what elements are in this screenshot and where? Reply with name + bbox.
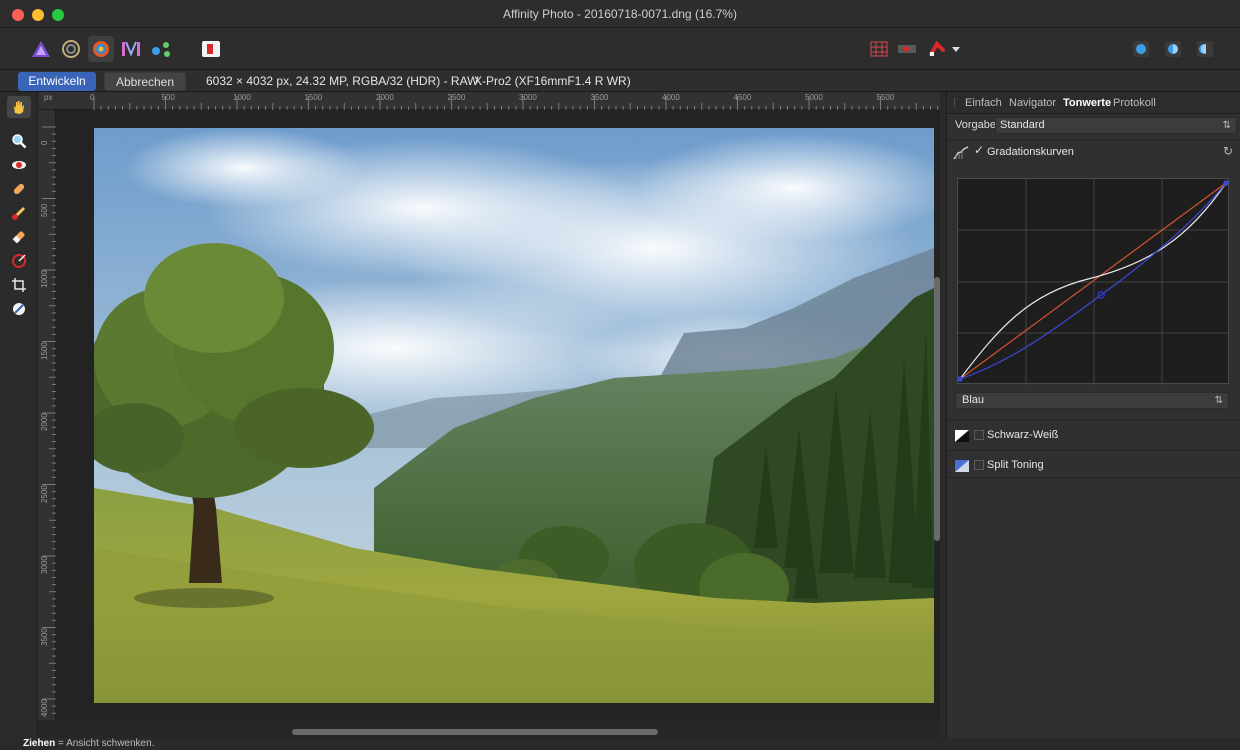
red-channel-curve xyxy=(959,182,1227,380)
preset-select[interactable]: Standard ⇅ xyxy=(995,117,1237,134)
landscape-photo xyxy=(94,128,934,703)
camera-info: X-Pro2 (XF16mmF1.4 R WR) xyxy=(474,74,631,88)
ruler-tick-label: 5000 xyxy=(805,93,823,102)
ruler-tick-label: 2500 xyxy=(447,93,466,102)
reset-icon[interactable]: ↻ xyxy=(1223,144,1233,158)
split-toning-title: Split Toning xyxy=(987,459,1044,471)
red-eye-tool-icon[interactable] xyxy=(7,154,31,176)
ruler-tick-label: 0 xyxy=(90,93,95,102)
split-toning-checkbox[interactable] xyxy=(974,460,984,470)
ruler-tick-label: 1500 xyxy=(40,341,49,360)
black-white-icon xyxy=(955,429,969,447)
ruler-tick-label: 5500 xyxy=(876,93,895,102)
preset-value: Standard xyxy=(1000,119,1045,131)
snapping-dropdown-icon[interactable] xyxy=(950,36,962,62)
updown-arrows-icon: ⇅ xyxy=(1214,395,1223,406)
tab-tonwerte[interactable]: Tonwerte xyxy=(1063,97,1111,109)
preset-row: Vorgabe: Standard ⇅ xyxy=(947,116,1240,136)
bw-title: Schwarz-Weiß xyxy=(987,429,1059,441)
split-view-icon[interactable] xyxy=(198,36,224,62)
ruler-tick-label: 3500 xyxy=(590,93,609,102)
view-hand-icon[interactable] xyxy=(7,96,31,118)
title-bar: Affinity Photo - 20160718-0071.dng (16.7… xyxy=(0,0,1240,28)
status-bar: Ziehen = Ansicht schwenken. xyxy=(0,738,1240,750)
ruler-tick-label: 500 xyxy=(161,93,175,102)
before-after-icon[interactable] xyxy=(1128,36,1154,62)
mirror-compare-icon[interactable] xyxy=(1192,36,1218,62)
app-window: Affinity Photo - 20160718-0071.dng (16.7… xyxy=(0,0,1240,750)
preset-label: Vorgabe: xyxy=(955,119,1000,131)
vertical-scrollbar[interactable] xyxy=(934,277,940,541)
image-info: 6032 × 4032 px, 24.32 MP, RGBA/32 (HDR) … xyxy=(206,74,479,88)
ruler-tick-label: 1000 xyxy=(233,93,251,102)
develop-persona-icon[interactable] xyxy=(88,36,114,62)
split-toning-section: Split Toning xyxy=(947,450,1240,478)
export-persona-icon[interactable] xyxy=(148,36,174,62)
tools-panel xyxy=(0,92,38,738)
channel-select[interactable]: Blau ⇅ xyxy=(955,392,1229,409)
curve-endpoint-white xyxy=(1223,180,1229,186)
ruler-tick-label: 4000 xyxy=(662,93,680,102)
overlay-brush-icon[interactable] xyxy=(7,202,31,224)
curves-enabled-check[interactable]: ✓ xyxy=(974,143,984,157)
horizontal-ruler: px 0 500 1000 1500 2000 2500 3000 3500 4000 4500 5… xyxy=(38,92,940,110)
crop-tool-icon[interactable] xyxy=(7,274,31,296)
tab-navigator[interactable]: Navigator xyxy=(1009,97,1056,109)
curves-title: Gradationskurven xyxy=(987,146,1074,158)
panel-grip-icon[interactable]: ⁞ xyxy=(953,97,956,109)
ruler-tick-label: 3000 xyxy=(40,556,49,574)
ruler-unit-label: px xyxy=(44,93,53,102)
updown-arrows-icon: ⇅ xyxy=(1222,120,1231,131)
liquify-persona-icon[interactable] xyxy=(58,36,84,62)
tone-mapping-persona-icon[interactable] xyxy=(118,36,144,62)
snapping-magnet-icon[interactable] xyxy=(924,36,950,62)
channel-value: Blau xyxy=(962,394,985,406)
document-canvas[interactable] xyxy=(56,110,940,720)
curves-graph[interactable] xyxy=(957,178,1230,385)
vertical-ruler: 0 500 1000 1500 2000 2500 3000 3500 4000 xyxy=(38,110,56,720)
ruler-tick-label: 3000 xyxy=(519,93,537,102)
panel-tabs: ⁞ Einfach Navigator Tonwerte Protokoll xyxy=(947,92,1240,114)
overlay-gradient-icon[interactable] xyxy=(7,250,31,272)
ruler-tick-label: 2000 xyxy=(40,413,49,431)
zoom-tool-icon[interactable] xyxy=(7,130,31,152)
ruler-tick-label: 2000 xyxy=(376,93,394,102)
split-compare-icon[interactable] xyxy=(1160,36,1186,62)
ruler-tick-label: 1000 xyxy=(40,270,49,288)
ruler-tick-label: 3500 xyxy=(40,627,49,646)
develop-button[interactable]: Entwickeln xyxy=(18,72,96,91)
ruler-tick-label: 2500 xyxy=(40,484,49,503)
white-balance-picker-icon[interactable] xyxy=(7,298,31,320)
context-toolbar: Entwickeln Abbrechen 6032 × 4032 px, 24.… xyxy=(0,70,1240,92)
ruler-tick-label: 4000 xyxy=(40,699,49,717)
ruler-tick-label: 4500 xyxy=(733,93,752,102)
tab-einfach[interactable]: Einfach xyxy=(965,97,1002,109)
main-toolbar xyxy=(0,28,1240,70)
bw-section: Schwarz-Weiß xyxy=(947,420,1240,448)
ruler-tick-label: 500 xyxy=(40,203,49,217)
ruler-tick-label: 1500 xyxy=(304,93,323,102)
studio-panel: ⁞ Einfach Navigator Tonwerte Protokoll V… xyxy=(946,92,1240,738)
selection-snap-icon[interactable] xyxy=(894,36,920,62)
grid-snap-icon[interactable] xyxy=(866,36,892,62)
split-toning-icon xyxy=(955,459,969,477)
bw-checkbox[interactable] xyxy=(974,430,984,440)
tab-protokoll[interactable]: Protokoll xyxy=(1113,97,1156,109)
cancel-button[interactable]: Abbrechen xyxy=(104,72,186,91)
overlay-eraser-icon[interactable] xyxy=(7,226,31,248)
window-title: Affinity Photo - 20160718-0071.dng (16.7… xyxy=(503,7,737,21)
horizontal-scrollbar[interactable] xyxy=(292,729,658,735)
status-key: Ziehen xyxy=(23,738,56,749)
ruler-tick-label: 0 xyxy=(40,140,49,145)
curves-icon xyxy=(953,146,969,165)
blemish-tool-icon[interactable] xyxy=(7,178,31,200)
status-text: = Ansicht schwenken. xyxy=(55,738,155,749)
photo-persona-icon[interactable] xyxy=(28,36,54,62)
